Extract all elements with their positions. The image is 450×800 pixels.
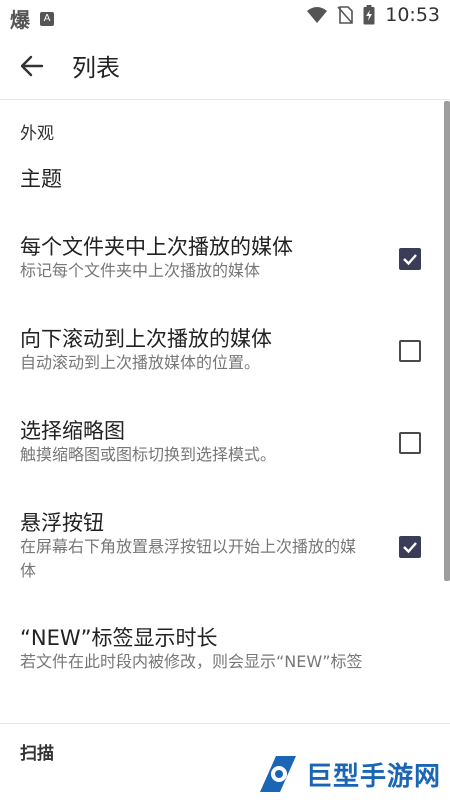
section-divider	[0, 723, 450, 724]
pref-subtitle: 在屏幕右下角放置悬浮按钮以开始上次播放的媒体	[20, 537, 357, 580]
a-badge-icon: A	[40, 11, 54, 26]
section-header-scan: 扫描	[20, 744, 54, 764]
checkbox-last-played-per-folder[interactable]	[399, 248, 421, 270]
scrollbar[interactable]	[444, 101, 450, 581]
checkbox-select-thumbnail[interactable]	[399, 432, 421, 454]
section-header-appearance: 外观	[20, 124, 54, 144]
checkbox-floating-button[interactable]	[399, 536, 421, 558]
theme-item[interactable]: 主题	[20, 163, 62, 193]
pref-subtitle: 触摸缩略图或图标切换到选择模式。	[20, 445, 277, 464]
app-notification-icon: 爆	[10, 8, 30, 32]
pref-subtitle: 若文件在此时段内被修改，则会显示“NEW”标签	[20, 652, 363, 671]
watermark-logo-icon	[260, 756, 296, 792]
no-sim-icon	[337, 6, 354, 24]
pref-title: “NEW”标签显示时长	[20, 626, 218, 650]
pref-subtitle: 标记每个文件夹中上次播放的媒体	[20, 261, 261, 280]
status-time: 10:53	[385, 4, 440, 26]
app-bar: 列表	[0, 32, 450, 100]
pref-title: 每个文件夹中上次播放的媒体	[20, 235, 293, 259]
back-arrow-icon[interactable]	[18, 52, 46, 80]
pref-subtitle: 自动滚动到上次播放媒体的位置。	[20, 353, 261, 372]
check-icon	[403, 542, 417, 554]
wifi-icon	[307, 7, 328, 23]
pref-title: 选择缩略图	[20, 419, 125, 443]
status-bar: 爆 A 10:53	[0, 0, 450, 32]
checkbox-scroll-to-last-played[interactable]	[399, 340, 421, 362]
settings-list[interactable]: 外观 主题 每个文件夹中上次播放的媒体 标记每个文件夹中上次播放的媒体 向下滚动…	[0, 101, 450, 800]
watermark: 巨型手游网	[256, 748, 450, 800]
battery-charging-icon	[363, 5, 375, 25]
page-title: 列表	[72, 54, 120, 82]
check-icon	[403, 254, 417, 266]
pref-title: 向下滚动到上次播放的媒体	[20, 327, 272, 351]
pref-title: 悬浮按钮	[20, 511, 104, 535]
watermark-text: 巨型手游网	[306, 761, 442, 792]
